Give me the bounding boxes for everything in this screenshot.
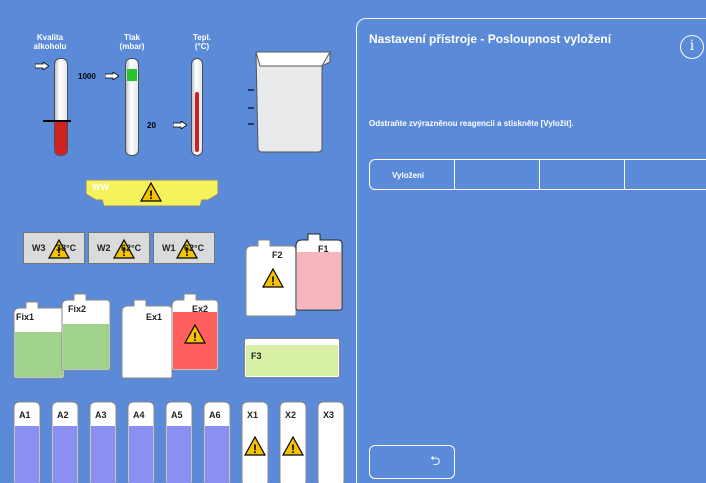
back-icon: ⮌ <box>430 454 441 469</box>
pressure-tick-high: 1000 <box>78 72 96 81</box>
reagent-bottle-label: A1 <box>19 410 31 420</box>
formalin-bottle-f2[interactable]: F2 ! <box>244 238 298 318</box>
wax-chamber-temp: 62°C <box>121 243 142 253</box>
back-button[interactable]: ⮌ <box>369 445 455 479</box>
wax-chamber[interactable]: W3 ! 38°C <box>23 232 85 264</box>
unload-segment-label: Vyložení <box>392 171 425 180</box>
formalin-bottle-label: F2 <box>272 250 283 260</box>
fixative-bottle-label: Fix1 <box>16 312 35 322</box>
temperature-arrow-icon <box>173 121 187 129</box>
extra-bottle-ex2[interactable]: Ex2 ! <box>170 292 220 372</box>
pressure-high-arrow-icon <box>105 72 119 80</box>
reagent-bottle[interactable]: A2 <box>48 400 82 483</box>
reagent-bottle-label: A3 <box>95 410 107 420</box>
fixative-bottle-label: Fix2 <box>68 304 87 314</box>
svg-text:!: ! <box>253 442 257 456</box>
extra-bottle-label: Ex1 <box>146 312 163 322</box>
alcohol-level-arrow-icon <box>35 62 49 70</box>
formalin-bottle-warning-icon: ! <box>262 268 284 288</box>
panel-message: Odstraňte zvýrazněnou reagencii a stiskn… <box>369 119 574 128</box>
temperature-label-line2: (°C) <box>194 42 210 51</box>
wax-chamber-label: W3 <box>32 243 46 253</box>
wax-bath-warning-icon: ! <box>140 182 162 202</box>
reagent-warning-icon: ! <box>282 436 304 456</box>
alcohol-gauge-label: Kvalita alkoholu <box>28 33 72 51</box>
formalin-bottle-f1[interactable]: F1 <box>294 232 344 312</box>
fixative-bottle-fix2[interactable]: Fix2 <box>60 292 112 372</box>
wax-chamber-label: W2 <box>97 243 111 253</box>
sequence-segment[interactable] <box>454 159 540 190</box>
reagent-bottle-label: A6 <box>209 410 221 420</box>
pressure-gauge <box>125 58 139 156</box>
reagent-bottle-label: A4 <box>133 410 145 420</box>
wax-bath-label: WW <box>92 182 109 192</box>
extra-bottle-warning-icon: ! <box>184 324 206 344</box>
svg-text:!: ! <box>291 442 295 456</box>
reagent-bottle-label: X2 <box>285 410 297 420</box>
reagent-bottle[interactable]: A1 <box>10 400 44 483</box>
info-button[interactable]: i <box>680 35 704 59</box>
reagent-bottle[interactable]: X2! <box>276 400 310 483</box>
reagent-bottle-label: A5 <box>171 410 183 420</box>
protocol-panel: Nastavení přístroje - Posloupnost vylože… <box>356 18 706 483</box>
sequence-segment[interactable] <box>624 159 706 190</box>
wax-bath[interactable]: WW ! <box>84 178 220 208</box>
wax-chamber-temp: 62°C <box>184 243 205 253</box>
info-icon: i <box>689 38 695 54</box>
wax-chamber[interactable]: W1 ! 62°C <box>153 232 215 264</box>
reagent-bottle[interactable]: X3 <box>314 400 348 483</box>
retort-icon[interactable] <box>242 48 334 154</box>
reagent-bottle-label: X1 <box>247 410 259 420</box>
reagent-bottle[interactable]: A6 <box>200 400 234 483</box>
reagent-bottle[interactable]: A3 <box>86 400 120 483</box>
formalin-bottle-label: F1 <box>318 244 329 254</box>
panel-title: Nastavení přístroje - Posloupnost vylože… <box>369 32 612 46</box>
reagent-bottle-label: A2 <box>57 410 69 420</box>
temperature-gauge-label: Tepl. (°C) <box>184 33 220 51</box>
temperature-gauge <box>191 58 203 156</box>
wax-chamber[interactable]: W2 ! 62°C <box>88 232 150 264</box>
temperature-gauge-fill <box>195 92 199 152</box>
svg-text:!: ! <box>271 274 275 288</box>
pressure-tick-low: 20 <box>147 121 156 130</box>
extra-bottle-ex1[interactable]: Ex1 <box>120 298 174 380</box>
pressure-label-line1: Tlak <box>123 33 140 42</box>
pressure-gauge-fill <box>127 69 137 81</box>
reagent-bottle[interactable]: X1! <box>238 400 272 483</box>
fixative-bottle-fix1[interactable]: Fix1 <box>12 300 66 380</box>
wax-chamber-label: W1 <box>162 243 176 253</box>
alcohol-gauge-fill <box>55 120 67 155</box>
formalin-bottle-label: F3 <box>251 351 262 361</box>
reagent-bottle-label: X3 <box>323 410 335 420</box>
svg-text:!: ! <box>149 188 153 202</box>
extra-bottle-label: Ex2 <box>192 304 209 314</box>
reagent-warning-icon: ! <box>244 436 266 456</box>
pressure-label-line2: (mbar) <box>119 42 145 51</box>
alcohol-gauge <box>54 58 68 156</box>
reagent-bottle[interactable]: A5 <box>162 400 196 483</box>
wax-chamber-temp: 38°C <box>56 243 77 253</box>
alcohol-label-line1: Kvalita <box>36 33 64 42</box>
alcohol-label-line2: alkoholu <box>33 42 67 51</box>
sequence-segment[interactable] <box>539 159 625 190</box>
formalin-tank-f3[interactable]: F3 <box>244 338 340 378</box>
wax-chambers: W3 ! 38°C W2 ! 62°C W1 ! 62°C <box>23 232 215 264</box>
alcohol-threshold-line <box>43 120 71 122</box>
reagent-bottle[interactable]: A4 <box>124 400 158 483</box>
svg-text:!: ! <box>193 330 197 344</box>
temperature-label-line1: Tepl. <box>192 33 212 42</box>
unload-segment[interactable]: Vyložení <box>369 159 455 190</box>
pressure-gauge-label: Tlak (mbar) <box>112 33 152 51</box>
